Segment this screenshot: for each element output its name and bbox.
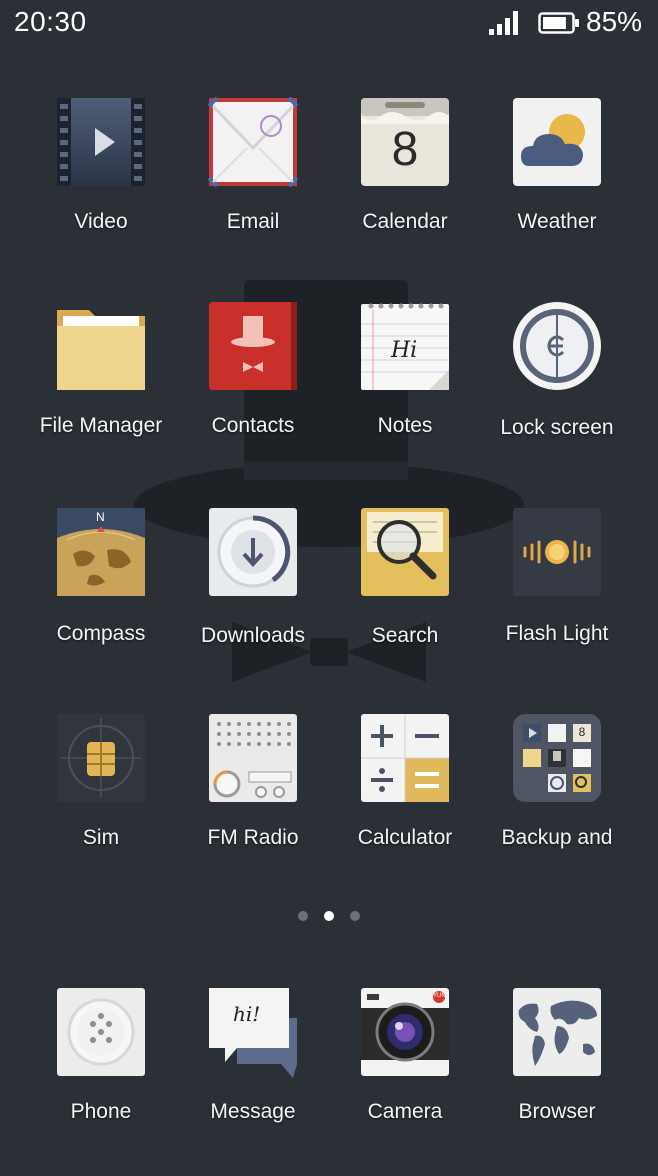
- download-icon: [209, 508, 297, 596]
- app-calendar[interactable]: 8 Calendar: [329, 96, 481, 286]
- app-label: File Manager: [39, 414, 163, 437]
- calculator-icon: [361, 714, 449, 802]
- app-search[interactable]: Search: [329, 506, 481, 696]
- app-label: Search: [371, 624, 439, 647]
- calendar-day: 8: [391, 123, 419, 176]
- weather-icon: [513, 98, 601, 186]
- world-map-icon: [513, 988, 601, 1076]
- page-dot[interactable]: [298, 911, 308, 921]
- app-downloads[interactable]: Downloads: [177, 506, 329, 696]
- dock-message[interactable]: hi! Message: [177, 986, 329, 1176]
- app-label: Compass: [56, 622, 146, 645]
- camera-icon: [361, 988, 449, 1076]
- video-icon: [57, 98, 145, 186]
- page-dot[interactable]: [350, 911, 360, 921]
- app-lock-screen[interactable]: Lock screen: [481, 300, 633, 490]
- app-backup[interactable]: 8 Backup and: [481, 712, 633, 902]
- dock-browser[interactable]: Browser: [481, 986, 633, 1176]
- page-indicator[interactable]: [0, 906, 658, 926]
- page-dot[interactable]: [324, 911, 334, 921]
- envelope-icon: [207, 96, 299, 188]
- app-label: Lock screen: [500, 416, 614, 439]
- app-label: Calendar: [362, 210, 448, 233]
- magnifier-icon: [361, 508, 449, 596]
- radio-icon: [209, 714, 297, 802]
- app-label: Camera: [367, 1100, 443, 1123]
- compass-north-label: N: [96, 510, 105, 524]
- app-label: Video: [74, 210, 128, 233]
- camera-badge-text: YUN: [433, 993, 446, 999]
- app-calculator[interactable]: Calculator: [329, 712, 481, 902]
- battery-icon: [538, 12, 579, 34]
- app-compass[interactable]: N Compass: [25, 506, 177, 696]
- app-flash-light[interactable]: Flash Light: [481, 506, 633, 696]
- clock: 20:30: [14, 6, 87, 37]
- dock-camera[interactable]: YUN Camera: [329, 986, 481, 1176]
- app-email[interactable]: Email: [177, 96, 329, 286]
- app-label: Email: [226, 210, 280, 233]
- sim-card-icon: [57, 714, 145, 802]
- app-label: Backup and: [501, 826, 613, 849]
- app-label: Contacts: [211, 414, 295, 437]
- battery-percentage: 85%: [586, 6, 643, 37]
- app-video[interactable]: Video: [25, 96, 177, 286]
- app-contacts[interactable]: Contacts: [177, 300, 329, 490]
- app-label: Weather: [517, 210, 597, 233]
- lock-screen-icon: [513, 302, 601, 390]
- app-label: FM Radio: [207, 826, 299, 849]
- app-label: Browser: [518, 1100, 596, 1123]
- message-bubble-icon: [209, 988, 297, 1078]
- app-label: Downloads: [201, 624, 305, 647]
- app-label: Phone: [70, 1100, 132, 1123]
- app-notes[interactable]: Hi Notes: [329, 300, 481, 490]
- signal-bars-icon: [489, 11, 518, 35]
- message-bubble-text: hi!: [233, 1002, 261, 1026]
- app-label: Message: [210, 1100, 296, 1123]
- notes-handwriting: Hi: [391, 338, 418, 363]
- app-sim[interactable]: Sim: [25, 712, 177, 902]
- contacts-icon: [209, 302, 297, 390]
- backup-calendar-day: 8: [578, 725, 586, 739]
- flashlight-icon: [513, 508, 601, 596]
- app-label: Calculator: [357, 826, 453, 849]
- folder-icon: [57, 310, 145, 390]
- app-file-manager[interactable]: File Manager: [25, 300, 177, 490]
- dock-phone[interactable]: Phone: [25, 986, 177, 1176]
- app-fm-radio[interactable]: FM Radio: [177, 712, 329, 902]
- app-label: Sim: [82, 826, 120, 849]
- app-label: Notes: [377, 414, 433, 437]
- app-weather[interactable]: Weather: [481, 96, 633, 286]
- phone-dialpad-icon: [57, 988, 145, 1076]
- app-label: Flash Light: [505, 622, 609, 645]
- status-bar: 20:30 85%: [0, 0, 658, 46]
